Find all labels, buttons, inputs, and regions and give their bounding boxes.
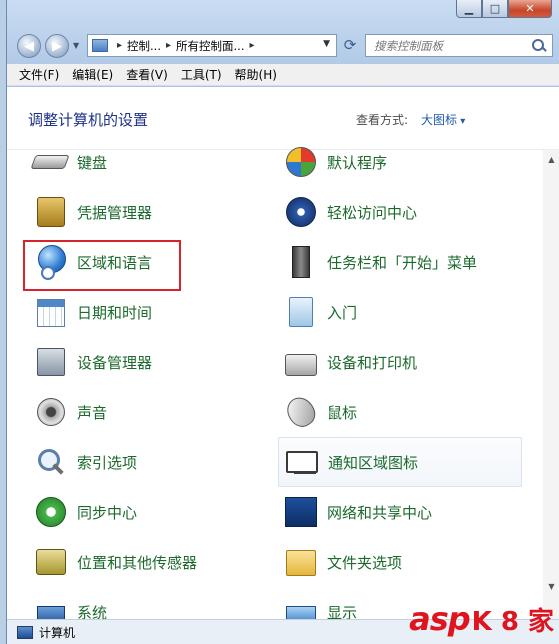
status-text: 计算机 <box>39 625 76 640</box>
menu-tools[interactable]: 工具(T) <box>181 66 222 83</box>
navigation-bar: ◀ ▶ ▼ ▸ 控制... ▸ 所有控制面... ▸ ▼ ⟳ <box>7 30 559 60</box>
maximize-button[interactable]: □ <box>482 0 508 18</box>
item-credential-manager[interactable]: 凭据管理器 <box>33 190 152 234</box>
watermark-logo: asp K 8 家 <box>409 600 554 638</box>
search-box[interactable] <box>365 34 553 57</box>
item-mouse[interactable]: 鼠标 <box>281 390 358 434</box>
item-label: 位置和其他传感器 <box>77 553 198 572</box>
globe-clock-icon <box>33 244 69 280</box>
item-device-manager[interactable]: 设备管理器 <box>33 340 152 384</box>
speaker-icon <box>33 394 69 430</box>
menu-view[interactable]: 查看(V) <box>126 66 168 83</box>
item-label: 通知区域图标 <box>328 453 419 472</box>
ease-of-access-icon <box>283 194 319 230</box>
item-label: 区域和语言 <box>77 253 153 272</box>
item-taskbar-start-menu[interactable]: 任务栏和「开始」菜单 <box>283 240 477 284</box>
menu-file[interactable]: 文件(F) <box>19 66 59 83</box>
watermark-brand: asp <box>409 600 471 638</box>
breadcrumb-control[interactable]: 控制... <box>127 38 161 54</box>
item-label: 默认程序 <box>327 153 388 172</box>
watermark-suffix: K 8 家 <box>471 607 554 637</box>
control-panel-icon <box>92 39 108 52</box>
folder-options-icon <box>283 544 319 580</box>
scroll-up-icon[interactable]: ▲ <box>543 152 559 168</box>
vertical-scrollbar[interactable]: ▲ ▼ <box>543 150 559 619</box>
page-title: 调整计算机的设置 <box>28 111 149 129</box>
item-sound[interactable]: 声音 <box>33 390 107 434</box>
menu-bar: 文件(F) 编辑(E) 查看(V) 工具(T) 帮助(H) <box>7 64 559 86</box>
sync-center-icon <box>33 494 69 530</box>
item-label: 设备和打印机 <box>327 353 418 372</box>
item-keyboard[interactable]: 键盘 <box>30 140 108 184</box>
item-default-programs[interactable]: 默认程序 <box>283 140 387 184</box>
item-label: 日期和时间 <box>77 303 153 322</box>
network-icon <box>283 494 319 530</box>
index-search-icon <box>33 444 69 480</box>
sensor-icon <box>33 544 69 580</box>
refresh-icon[interactable]: ⟳ <box>340 36 360 56</box>
printer-icon <box>283 344 319 380</box>
item-label: 索引选项 <box>77 453 138 472</box>
item-devices-printers[interactable]: 设备和打印机 <box>283 340 417 384</box>
item-indexing-options[interactable]: 索引选项 <box>33 440 137 484</box>
item-location-sensors[interactable]: 位置和其他传感器 <box>33 540 197 584</box>
address-bar[interactable]: ▸ 控制... ▸ 所有控制面... ▸ ▼ <box>87 34 337 57</box>
breadcrumb-all-items[interactable]: 所有控制面... <box>176 38 244 54</box>
mouse-icon <box>281 392 321 432</box>
item-notification-icons[interactable]: 通知区域图标 <box>278 437 522 487</box>
item-label: 文件夹选项 <box>327 553 403 572</box>
address-dropdown-icon[interactable]: ▼ <box>323 39 330 49</box>
item-getting-started[interactable]: 入门 <box>283 290 357 334</box>
taskbar-icon <box>283 244 319 280</box>
computer-icon <box>17 625 33 639</box>
device-manager-icon <box>33 344 69 380</box>
search-input[interactable] <box>366 37 531 54</box>
caption-buttons: ▁ □ ✕ <box>456 0 552 18</box>
item-label: 设备管理器 <box>77 353 153 372</box>
view-by-dropdown[interactable]: 大图标 <box>421 111 465 128</box>
view-by-label: 查看方式: <box>356 113 409 127</box>
calendar-clock-icon <box>33 294 69 330</box>
forward-button[interactable]: ▶ <box>45 34 69 58</box>
menu-edit[interactable]: 编辑(E) <box>72 66 113 83</box>
search-icon[interactable] <box>531 38 547 54</box>
item-sync-center[interactable]: 同步中心 <box>33 490 137 534</box>
item-label: 键盘 <box>77 153 108 172</box>
getting-started-icon <box>283 294 319 330</box>
item-label: 凭据管理器 <box>77 203 153 222</box>
item-label: 任务栏和「开始」菜单 <box>327 253 478 272</box>
credential-vault-icon <box>33 194 69 230</box>
item-label: 声音 <box>77 403 108 422</box>
item-label: 轻松访问中心 <box>327 203 418 222</box>
item-ease-of-access[interactable]: 轻松访问中心 <box>283 190 417 234</box>
item-date-time[interactable]: 日期和时间 <box>33 290 152 334</box>
breadcrumb-separator-icon[interactable]: ▸ <box>250 40 255 51</box>
menu-help[interactable]: 帮助(H) <box>235 66 277 83</box>
item-label: 入门 <box>327 303 358 322</box>
default-programs-icon <box>283 144 319 180</box>
close-button[interactable]: ✕ <box>508 0 552 18</box>
item-label: 网络和共享中心 <box>327 503 433 522</box>
minimize-button[interactable]: ▁ <box>456 0 482 18</box>
control-panel-content: 调整计算机的设置 查看方式: 大图标 键盘 默认程序 凭据管理器 轻松访问中心 … <box>7 87 559 626</box>
item-region-language[interactable]: 区域和语言 <box>33 240 152 284</box>
breadcrumb-separator-icon[interactable]: ▸ <box>166 40 171 51</box>
recent-pages-dropdown-icon[interactable]: ▼ <box>73 41 79 50</box>
item-label: 鼠标 <box>327 403 358 422</box>
item-folder-options[interactable]: 文件夹选项 <box>283 540 402 584</box>
notification-tray-icon <box>284 444 320 480</box>
control-panel-window: ▁ □ ✕ ◀ ▶ ▼ ▸ 控制... ▸ 所有控制面... ▸ ▼ ⟳ 文件(… <box>6 0 559 644</box>
back-button[interactable]: ◀ <box>17 34 41 58</box>
item-network-sharing[interactable]: 网络和共享中心 <box>283 490 432 534</box>
item-label: 同步中心 <box>77 503 138 522</box>
keyboard-icon <box>30 144 70 180</box>
breadcrumb-separator-icon[interactable]: ▸ <box>117 40 122 51</box>
scroll-down-icon[interactable]: ▼ <box>543 579 559 595</box>
